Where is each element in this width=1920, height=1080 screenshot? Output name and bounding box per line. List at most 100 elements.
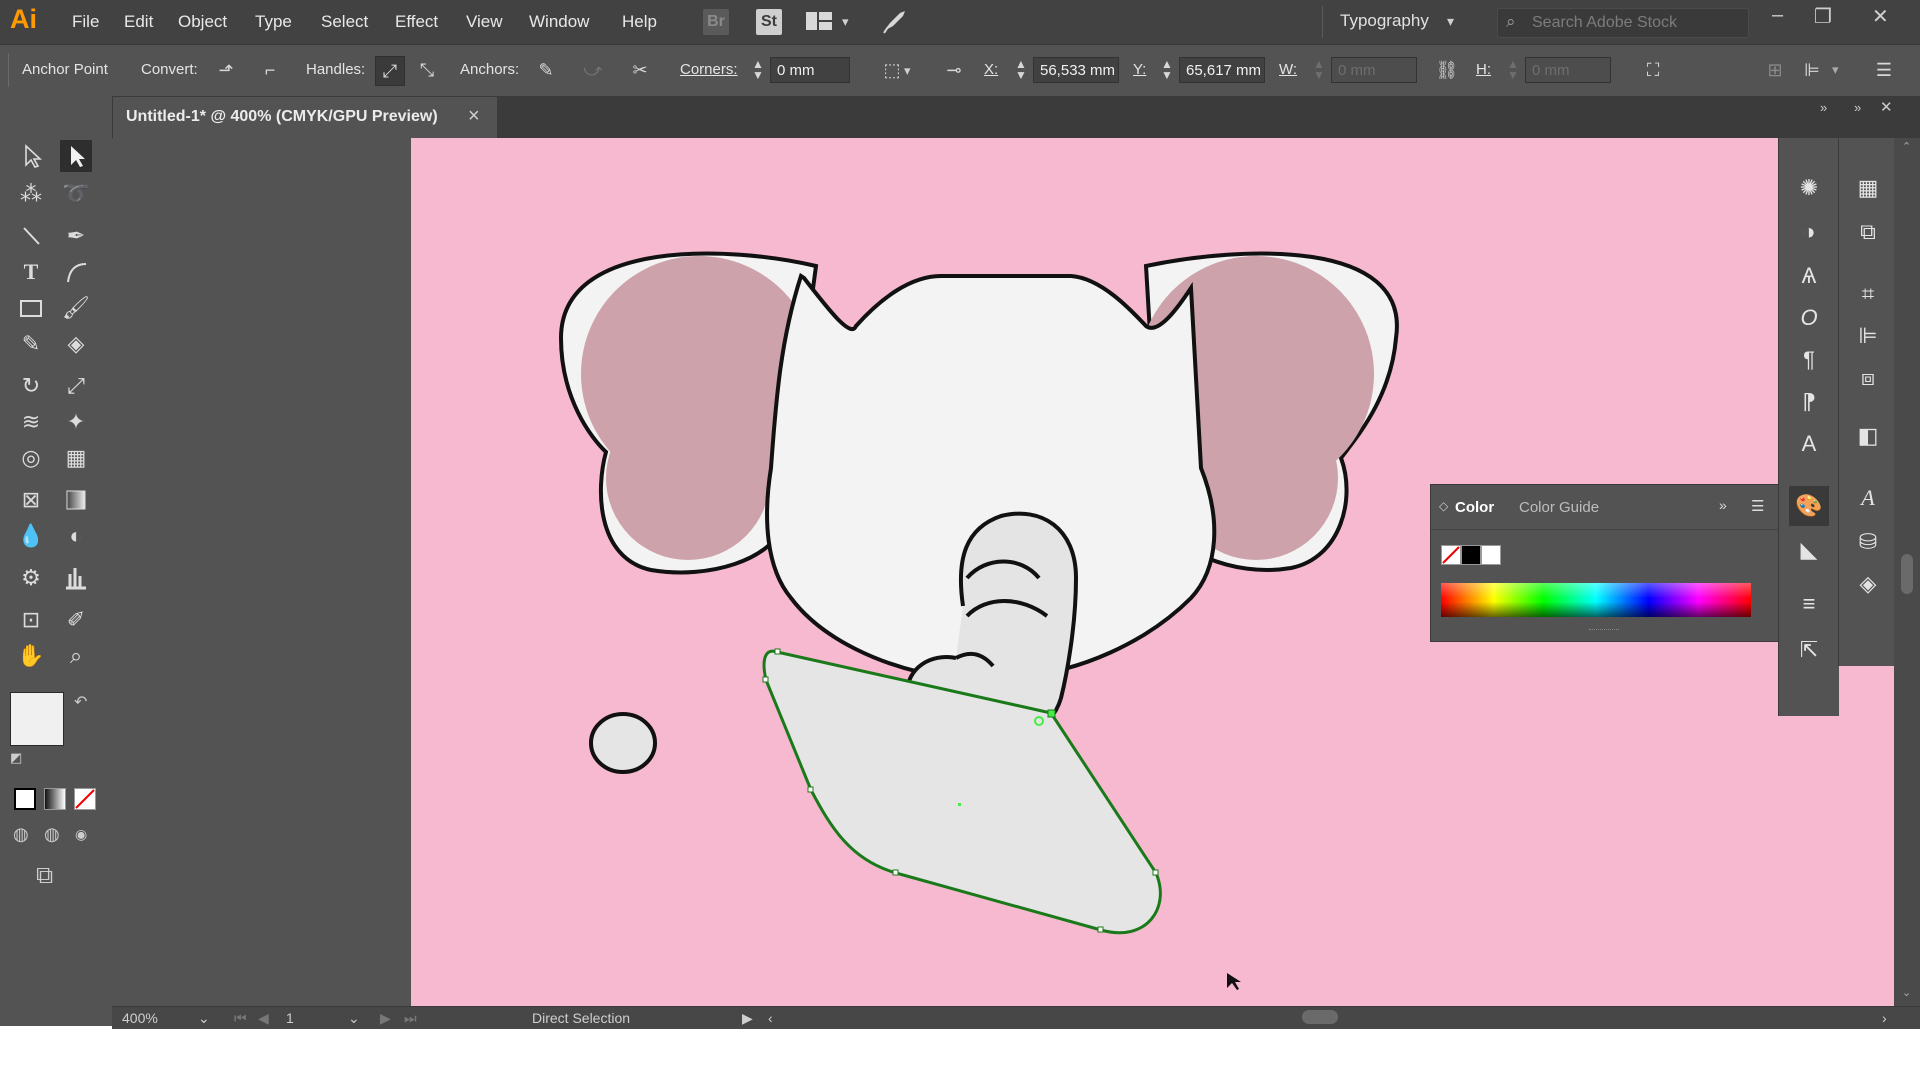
glyphs-icon[interactable]: O	[1789, 298, 1829, 338]
chevron-down-icon[interactable]: ▾	[904, 63, 911, 79]
scroll-left-icon[interactable]: ‹	[768, 1010, 773, 1026]
menu-window[interactable]: Window	[529, 12, 589, 32]
direct-selection-tool-icon[interactable]	[60, 140, 92, 172]
magic-wand-icon[interactable]: ⁂	[15, 178, 47, 210]
draw-inside-icon[interactable]: ◉	[75, 826, 87, 843]
bridge-button[interactable]: Br	[703, 9, 729, 35]
menu-effect[interactable]: Effect	[395, 12, 438, 32]
previous-artboard-icon[interactable]: ◀	[258, 1010, 269, 1027]
isolate-object-icon[interactable]: ⛶	[1639, 56, 1667, 84]
select-similar-icon[interactable]: ⊞	[1761, 56, 1789, 84]
scroll-up-icon[interactable]: ⌃	[1902, 140, 1911, 153]
symbol-sprayer-tool-icon[interactable]: ⚙	[15, 562, 47, 594]
eraser-tool-icon[interactable]: ◈	[60, 328, 92, 360]
column-graph-tool-icon[interactable]	[60, 562, 92, 594]
none-mode-icon[interactable]	[74, 788, 96, 810]
default-fill-stroke-icon[interactable]: ◩	[10, 750, 22, 766]
menu-edit[interactable]: Edit	[124, 12, 153, 32]
panel-collapse-icon[interactable]: ◇	[1439, 499, 1448, 513]
curvature-tool-icon[interactable]	[60, 256, 92, 288]
appearance-icon[interactable]: ✺	[1789, 168, 1829, 208]
draw-normal-icon[interactable]: ◍	[13, 824, 29, 845]
show-handles-icon[interactable]: ⤢	[375, 56, 405, 86]
x-stepper[interactable]: ▲ ▼	[1015, 58, 1027, 81]
swap-fill-stroke-icon[interactable]: ↶	[74, 692, 87, 712]
convert-to-smooth-icon[interactable]: ⌐	[256, 56, 284, 84]
scroll-right-icon[interactable]: ›	[1882, 1010, 1887, 1026]
constrain-proportions-icon[interactable]: ⛓	[1433, 56, 1461, 84]
corners-field[interactable]: 0 mm	[770, 57, 850, 83]
character-icon[interactable]: A	[1789, 424, 1829, 464]
next-artboard-icon[interactable]: ▶	[380, 1010, 391, 1027]
zoom-level[interactable]: 400%	[122, 1010, 158, 1026]
slice-tool-icon[interactable]: ✐	[60, 604, 92, 636]
close-document-icon[interactable]: ×	[468, 105, 480, 128]
status-menu-icon[interactable]: ▶	[742, 1010, 753, 1027]
align-panel-icon[interactable]: ⊫	[1848, 316, 1888, 356]
menu-object[interactable]: Object	[178, 12, 227, 32]
export-icon[interactable]: ⇱	[1789, 630, 1829, 670]
h-label[interactable]: H:	[1476, 61, 1491, 78]
paintbrush-tool-icon[interactable]: 🖌	[60, 292, 92, 324]
fill-swatch[interactable]	[10, 692, 64, 746]
pen-tool-icon[interactable]: ✒	[60, 220, 92, 252]
artboard-number[interactable]: 1	[286, 1010, 294, 1026]
x-field[interactable]: 56,533 mm	[1033, 57, 1119, 83]
expand-dock-icon[interactable]: »	[1820, 100, 1827, 115]
stock-button[interactable]: St	[756, 9, 782, 35]
arrange-documents-icon[interactable]	[806, 12, 832, 30]
transform-box-icon[interactable]: ⬚	[878, 56, 906, 84]
paragraph-icon[interactable]: ¶	[1789, 340, 1829, 380]
transform-icon[interactable]: ⧉	[1848, 212, 1888, 252]
color-mode-icon[interactable]	[14, 788, 36, 810]
paragraph-styles-icon[interactable]: ⁋	[1789, 382, 1829, 422]
swatches-icon[interactable]: ▦	[1848, 168, 1888, 208]
color-guide-icon[interactable]: ◣	[1789, 530, 1829, 570]
chevron-down-icon[interactable]: ▾	[1447, 13, 1454, 30]
scale-tool-icon[interactable]: ⤢	[60, 370, 92, 402]
rectangle-tool-icon[interactable]	[15, 292, 47, 324]
convert-to-corner-icon[interactable]: ⬏	[212, 56, 240, 84]
type-tool-icon[interactable]: T	[15, 256, 47, 288]
artboards-icon[interactable]: ⌗	[1848, 274, 1888, 314]
artboard-tool-icon[interactable]: ⊡	[15, 604, 47, 636]
close-window-icon[interactable]: ✕	[1872, 4, 1889, 29]
gradient-mode-icon[interactable]	[44, 788, 66, 810]
corners-label[interactable]: Corners:	[680, 61, 738, 78]
stroke-panel-icon[interactable]: ≡	[1789, 584, 1829, 624]
gradient-panel-icon[interactable]: ◧	[1848, 416, 1888, 456]
eyedropper-tool-icon[interactable]: 💧	[15, 520, 47, 552]
black-swatch[interactable]	[1461, 545, 1481, 565]
tab-color[interactable]: Color	[1455, 499, 1494, 516]
scroll-thumb[interactable]	[1901, 554, 1913, 594]
line-segment-tool-icon[interactable]	[15, 220, 47, 252]
selection-tool-icon[interactable]	[15, 140, 47, 172]
hand-tool-icon[interactable]: ✋	[15, 640, 47, 672]
puppet-warp-tool-icon[interactable]: ✦	[60, 406, 92, 438]
horizontal-scroll-thumb[interactable]	[1302, 1010, 1338, 1024]
restore-icon[interactable]: ❐	[1814, 4, 1832, 29]
chevron-down-icon[interactable]: ⌄	[198, 1010, 210, 1027]
align-icon[interactable]: ⊫	[1798, 56, 1826, 84]
document-tab[interactable]: Untitled-1* @ 400% (CMYK/GPU Preview) ×	[112, 97, 497, 138]
zoom-tool-icon[interactable]: ⌕	[60, 640, 92, 672]
y-stepper[interactable]: ▲ ▼	[1161, 58, 1173, 81]
chevron-down-icon[interactable]: ⌄	[348, 1010, 360, 1027]
shape-builder-tool-icon[interactable]: ◎	[15, 442, 47, 474]
hide-handles-icon[interactable]: ⤡	[413, 56, 441, 84]
menu-file[interactable]: File	[72, 12, 99, 32]
y-label[interactable]: Y:	[1133, 61, 1146, 78]
w-label[interactable]: W:	[1279, 61, 1297, 78]
x-label[interactable]: X:	[984, 61, 998, 78]
pathfinder-icon[interactable]: ⧈	[1848, 358, 1888, 398]
blend-tool-icon[interactable]: ◐	[60, 520, 92, 552]
opentype-icon[interactable]: A	[1848, 478, 1888, 518]
white-swatch[interactable]	[1481, 545, 1501, 565]
rotate-tool-icon[interactable]: ↻	[15, 370, 47, 402]
expand-panel-icon[interactable]: »	[1719, 497, 1727, 513]
screen-mode-icon[interactable]: ⧉	[36, 862, 53, 890]
character-styles-icon[interactable]: Ѧ	[1789, 256, 1829, 296]
mesh-tool-icon[interactable]: ⊠	[15, 484, 47, 516]
minimize-icon[interactable]: –	[1772, 4, 1783, 27]
menu-select[interactable]: Select	[321, 12, 368, 32]
